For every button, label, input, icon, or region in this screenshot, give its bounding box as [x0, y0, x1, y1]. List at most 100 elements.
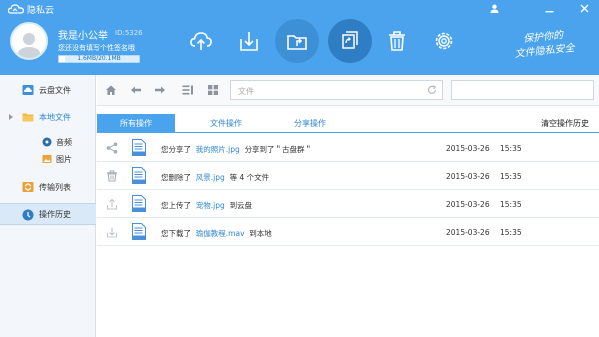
app-logo: 隐私云: [8, 3, 54, 16]
history-time: 15:35: [500, 228, 522, 237]
history-time: 15:35: [500, 200, 522, 209]
share-button[interactable]: [275, 19, 319, 63]
close-button[interactable]: [580, 4, 589, 16]
header: 隐私云 我是小公举 ID:5326 您还没有填写个性签名哦 1.6MB/20.1…: [0, 0, 599, 75]
cloud-logo-icon: [8, 4, 24, 14]
history-file-link[interactable]: 我的照片.jpg: [196, 145, 240, 154]
cloud-disk-icon: [22, 85, 34, 95]
home-icon[interactable]: [105, 84, 117, 96]
forward-arrow-icon[interactable]: [154, 84, 166, 96]
file-icon: [132, 167, 146, 184]
settings-button[interactable]: [427, 21, 461, 61]
history-detail: 到本地: [249, 229, 272, 238]
path-input[interactable]: 文件: [230, 80, 443, 100]
sidebar-item-label: 传输列表: [39, 182, 71, 192]
history-message: 您删除了 风景.jpg 等 4 个文件: [161, 172, 269, 183]
history-icon: [22, 209, 34, 221]
history-time: 15:35: [500, 144, 522, 153]
expand-arrow-icon[interactable]: [9, 114, 13, 120]
history-action: 您下载了: [161, 229, 191, 238]
history-date: 2015-03-26: [446, 228, 490, 237]
sidebar-item-cloud-files[interactable]: 云盘文件: [0, 79, 96, 101]
delete-button[interactable]: [380, 21, 414, 61]
history-file-link[interactable]: 瑜伽教程.mav: [196, 229, 245, 238]
history-row[interactable]: 您上传了 宠物.jpg 到云盘 2015-03-26 15:35: [97, 190, 599, 218]
sidebar-item-images[interactable]: 图片: [0, 151, 96, 167]
back-arrow-icon[interactable]: [130, 84, 142, 96]
cloud-upload-icon: [190, 32, 212, 50]
list-view-icon[interactable]: [182, 84, 194, 96]
search-input[interactable]: [451, 80, 594, 100]
app-title: 隐私云: [27, 6, 55, 16]
user-id: ID:5326: [115, 29, 143, 37]
gear-icon: [435, 32, 453, 50]
history-detail: 到云盘: [229, 201, 253, 210]
path-text: 文件: [238, 87, 254, 96]
download-icon: [106, 227, 118, 238]
sidebar-item-transfer-list[interactable]: 传输列表: [0, 176, 96, 198]
history-tabs: 所有操作 文件操作 分享操作 清空操作历史: [97, 114, 599, 133]
sidebar-item-audio[interactable]: 音频: [0, 134, 96, 150]
share-icon: [106, 142, 118, 154]
image-icon: [42, 155, 52, 163]
history-row[interactable]: 您删除了 风景.jpg 等 4 个文件 2015-03-26 15:35: [97, 162, 599, 190]
history-date: 2015-03-26: [446, 200, 490, 209]
upload-button[interactable]: [184, 21, 218, 61]
sidebar-item-history[interactable]: 操作历史: [0, 203, 96, 225]
user-signature[interactable]: 您还没有填写个性签名哦: [58, 43, 135, 53]
trash-icon: [389, 31, 405, 51]
file-icon: [132, 223, 146, 240]
history-action: 您分享了: [161, 145, 191, 154]
audio-icon: [42, 137, 52, 147]
history-message: 您上传了 宠物.jpg 到云盘: [161, 200, 252, 211]
history-file-link[interactable]: 宠物.jpg: [196, 201, 225, 210]
sync-icon: [342, 31, 358, 49]
download-icon: [240, 32, 258, 51]
default-avatar-icon: [17, 33, 41, 58]
sidebar-item-label: 图片: [56, 154, 72, 164]
slogan: 保护你的 文件隐私安全: [513, 28, 576, 62]
minimize-button[interactable]: [545, 4, 554, 16]
history-row[interactable]: 您分享了 我的照片.jpg 分享到了＂古盘群＂ 2015-03-26 15:35: [97, 134, 599, 162]
clear-history-button[interactable]: 清空操作历史: [541, 118, 589, 129]
tab-share-operations[interactable]: 分享操作: [271, 114, 349, 133]
minimize-icon: [545, 11, 554, 13]
history-action: 您删除了: [161, 173, 191, 182]
history-file-link[interactable]: 风景.jpg: [196, 173, 225, 182]
history-time: 15:35: [500, 172, 522, 181]
history-date: 2015-03-26: [446, 144, 490, 153]
history-detail: 等 4 个文件: [229, 173, 270, 182]
trash-icon: [107, 170, 117, 182]
navigation-bar: 文件: [97, 75, 599, 106]
history-action: 您上传了: [161, 201, 191, 210]
app-window: 隐私云 我是小公举 ID:5326 您还没有填写个性签名哦 1.6MB/20.1…: [0, 0, 599, 337]
share-folder-icon: [287, 35, 307, 50]
tab-all-operations[interactable]: 所有操作: [97, 114, 175, 133]
user-name: 我是小公举: [58, 31, 108, 42]
close-icon: [580, 4, 589, 13]
refresh-icon[interactable]: [427, 85, 437, 95]
upload-icon: [106, 198, 118, 210]
history-row[interactable]: 您下载了 瑜伽教程.mav 到本地 2015-03-26 15:35: [97, 218, 599, 246]
sidebar-item-label: 本地文件: [39, 112, 71, 122]
sync-button[interactable]: [328, 19, 372, 63]
user-menu-button[interactable]: [490, 4, 499, 16]
history-detail: 分享到了＂古盘群＂: [244, 145, 313, 154]
transfer-icon: [22, 182, 34, 192]
sidebar-item-label: 操作历史: [39, 209, 71, 219]
history-date: 2015-03-26: [446, 172, 490, 181]
storage-usage-text: 1.6MB/20.1MB: [77, 55, 121, 62]
grid-view-icon[interactable]: [207, 84, 219, 96]
avatar[interactable]: [10, 22, 48, 60]
folder-icon: [22, 113, 34, 122]
tab-file-operations[interactable]: 文件操作: [187, 114, 265, 133]
sidebar-item-local-files[interactable]: 本地文件: [0, 106, 96, 128]
storage-usage-bar: 1.6MB/20.1MB: [58, 55, 140, 63]
download-button[interactable]: [232, 21, 266, 61]
sidebar-item-label: 音频: [56, 137, 72, 147]
sidebar: 云盘文件 本地文件 音频 图片 传输列表 操作历史: [0, 75, 96, 337]
user-icon: [490, 4, 499, 13]
history-message: 您分享了 我的照片.jpg 分享到了＂古盘群＂: [161, 144, 312, 155]
history-message: 您下载了 瑜伽教程.mav 到本地: [161, 228, 272, 239]
sidebar-item-label: 云盘文件: [39, 85, 71, 95]
